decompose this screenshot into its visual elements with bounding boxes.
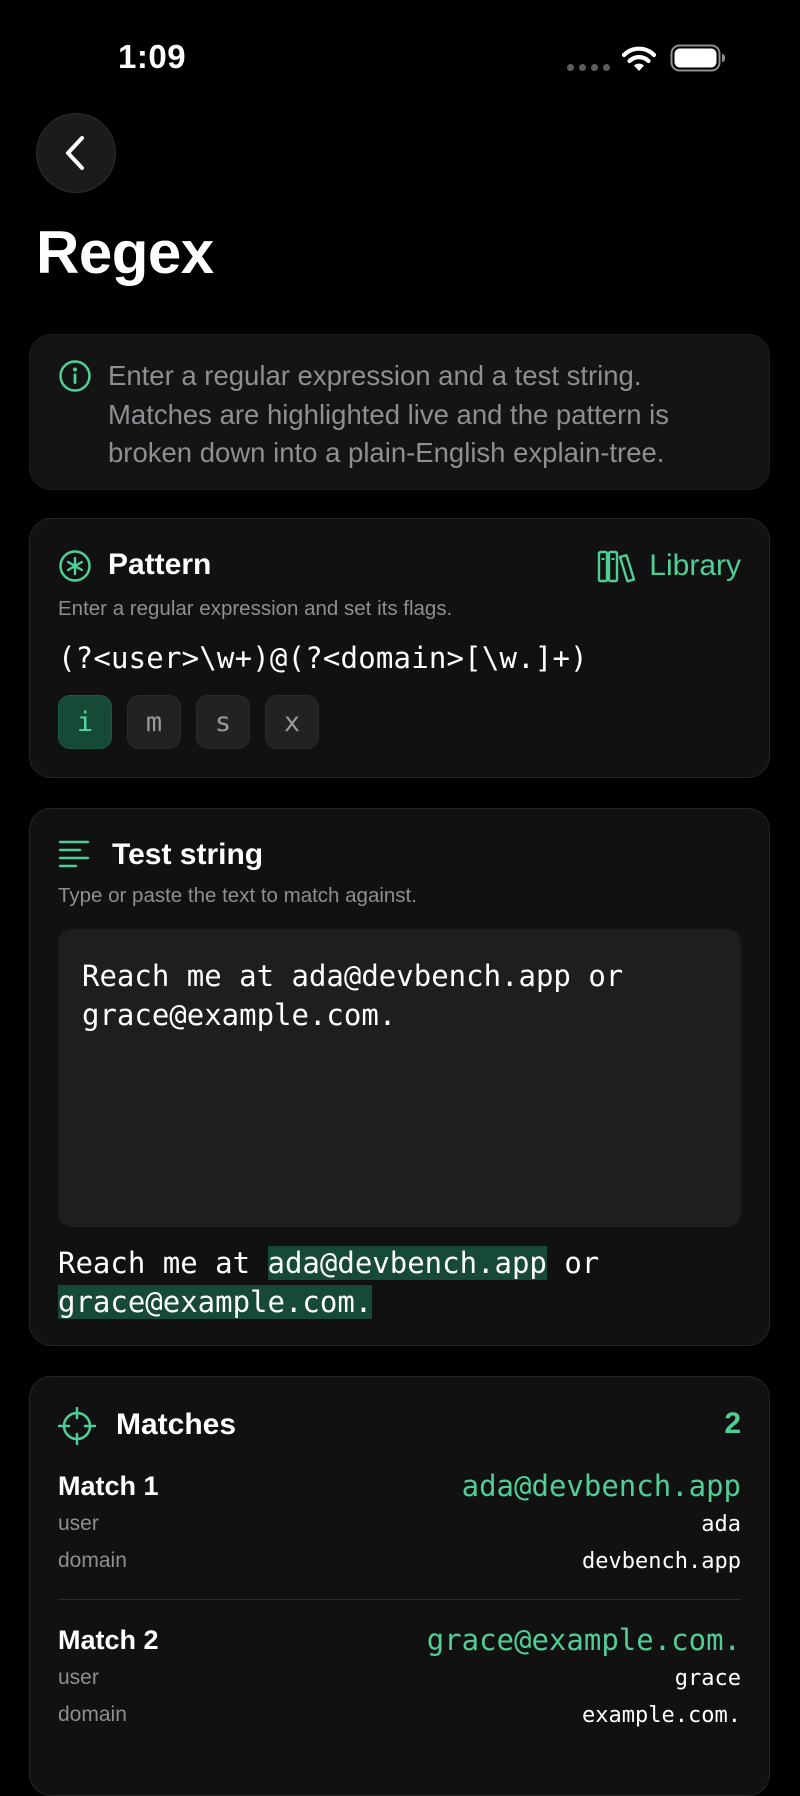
group-value: ada [701,1512,741,1537]
plain-text: Reach me at [58,1246,268,1280]
pattern-subtitle: Enter a regular expression and set its f… [58,597,453,620]
matches-card: Matches 2 Match 1 ada@devbench.app user … [29,1376,770,1796]
group-value: example.com. [582,1703,741,1728]
test-string-card: Test string Type or paste the text to ma… [29,808,770,1346]
cellular-signal-icon [567,64,610,71]
group-name: domain [58,1549,127,1572]
pattern-input[interactable]: (?<user>\w+)@(?<domain>[\w.]+) [58,641,588,675]
matches-count: 2 [724,1407,741,1440]
match-label: Match 1 [58,1471,159,1501]
match-highlight: ada@devbench.app [267,1246,547,1280]
divider [58,1599,741,1600]
group-name: user [58,1512,99,1535]
flag-m-toggle[interactable]: m [127,695,181,749]
test-string-title: Test string [112,838,264,871]
test-string-subtitle: Type or paste the text to match against. [58,884,417,907]
flag-s-toggle[interactable]: s [196,695,250,749]
group-row-domain: domain example.com. [58,1703,741,1733]
group-row-domain: domain devbench.app [58,1549,741,1579]
match-label: Match 2 [58,1625,159,1655]
match-highlight: grace@example.com. [58,1285,373,1319]
group-name: user [58,1666,99,1689]
group-value: grace [674,1666,741,1691]
chevron-left-icon [66,136,84,170]
group-name: domain [58,1703,127,1726]
highlight-line-2: grace@example.com. [58,1285,373,1319]
text-lines-icon [58,840,90,868]
wifi-icon [621,46,657,71]
battery-icon [670,44,725,72]
back-button[interactable] [36,113,116,193]
crosshair-icon [58,1407,96,1445]
group-row-user: user ada [58,1512,741,1542]
books-icon [598,550,636,583]
library-label: Library [649,549,741,582]
asterisk-icon [59,550,91,582]
match-value: grace@example.com. [426,1623,741,1657]
match-value: ada@devbench.app [461,1469,741,1503]
flag-group: i m s x [58,695,319,749]
match-item[interactable]: Match 2 grace@example.com. user grace do… [58,1623,741,1735]
library-button[interactable]: Library [597,549,741,583]
group-value: devbench.app [582,1549,741,1574]
flag-x-toggle[interactable]: x [265,695,319,749]
info-text: Enter a regular expression and a test st… [108,360,670,468]
test-string-input[interactable]: Reach me at ada@devbench.app or grace@ex… [58,929,741,1227]
page-title: Regex [36,219,214,286]
match-item[interactable]: Match 1 ada@devbench.app user ada domain… [58,1469,741,1581]
status-time: 1:09 [118,38,187,75]
status-bar: 1:09 [0,0,800,110]
pattern-title: Pattern [108,548,212,581]
pattern-card: Pattern Library Enter a regular expressi… [29,518,770,778]
info-icon [59,360,91,392]
plain-text: or [546,1246,600,1280]
highlight-line-1: Reach me at ada@devbench.app or [58,1246,599,1280]
info-banner: Enter a regular expression and a test st… [29,334,770,490]
group-row-user: user grace [58,1666,741,1696]
matches-title: Matches [116,1408,237,1441]
flag-i-toggle[interactable]: i [58,695,112,749]
